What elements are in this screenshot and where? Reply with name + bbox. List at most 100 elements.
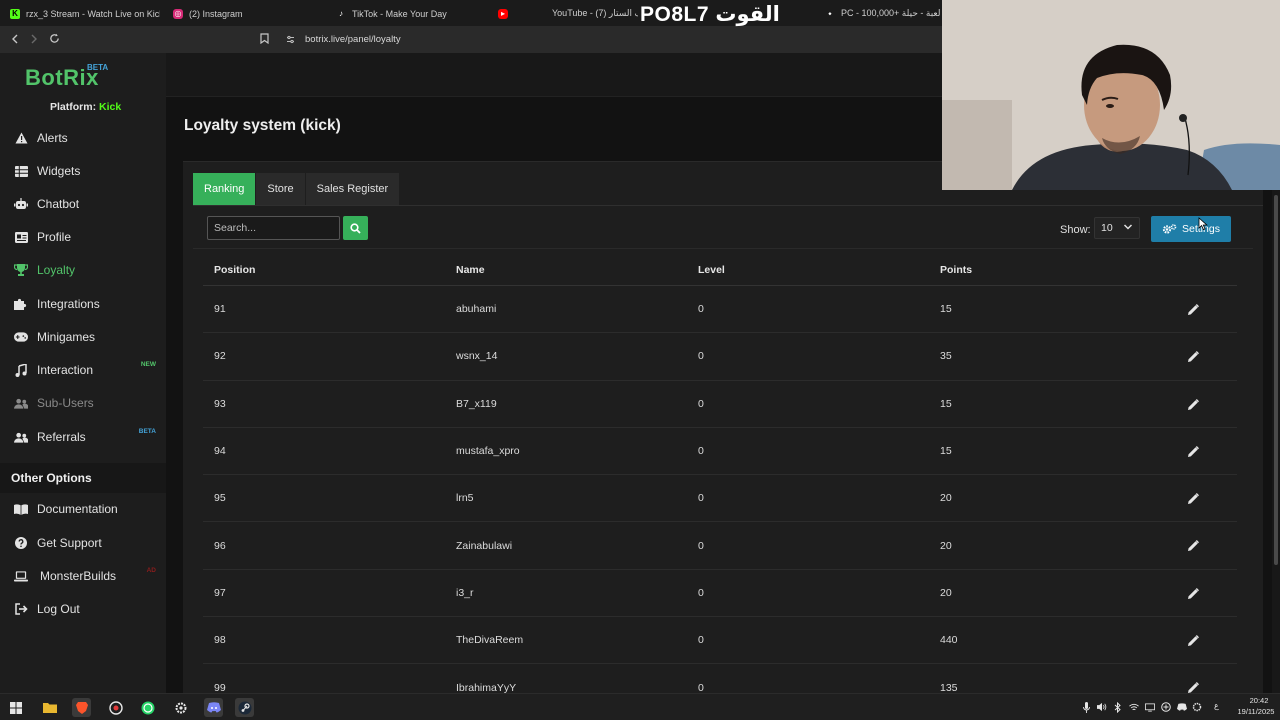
browser-tab-instagram[interactable]: ◎ (2) Instagram (173, 0, 323, 27)
windows-start-icon[interactable] (6, 698, 25, 717)
cell-level: 0 (698, 350, 704, 363)
sidebar-item-profile[interactable]: Profile (0, 222, 166, 252)
sidebar-item-monsterbuilds[interactable]: MonsterBuilds AD (0, 561, 166, 591)
discord-tray-icon[interactable] (1177, 701, 1187, 713)
table-header: Position Name Level Points (203, 254, 1237, 286)
header-level[interactable]: Level (687, 264, 929, 276)
edit-pencil-icon[interactable] (1187, 635, 1199, 647)
page-scrollbar-thumb[interactable] (1274, 195, 1278, 565)
site-info-icon[interactable] (286, 35, 295, 46)
trophy-icon (14, 263, 28, 277)
browser-tab-youtube[interactable]: ▸ YouTube - خلف الستار (7) (498, 0, 638, 27)
keyboard-language[interactable]: ع (1214, 701, 1219, 710)
cell-position: 96 (214, 539, 226, 552)
header-points[interactable]: Points (929, 264, 1171, 276)
cell-points: 20 (940, 492, 952, 505)
new-badge: NEW (140, 361, 156, 368)
sidebar-item-log-out[interactable]: Log Out (0, 594, 166, 624)
robot-icon (14, 197, 28, 211)
edit-pencil-icon[interactable] (1187, 587, 1199, 600)
edit-pencil-icon[interactable] (1187, 351, 1199, 363)
edit-pencil-icon[interactable] (1187, 304, 1199, 316)
loyalty-card: Ranking Store Sales Register Show: 10 Se… (183, 161, 1263, 712)
sidebar-item-integrations[interactable]: Integrations (0, 289, 166, 319)
sidebar-item-label: Log Out (37, 602, 80, 616)
header-position[interactable]: Position (203, 264, 445, 276)
cell-position: 94 (214, 445, 226, 458)
header-name[interactable]: Name (445, 264, 687, 276)
network-icon[interactable] (1129, 701, 1139, 713)
whatsapp-icon[interactable] (138, 698, 157, 717)
edit-pencil-icon[interactable] (1187, 398, 1199, 411)
discord-icon[interactable] (204, 698, 223, 717)
address-bar[interactable]: botrix.live/panel/loyalty (305, 34, 401, 45)
laptop-icon (14, 569, 28, 583)
app-tray-icon[interactable] (1161, 701, 1171, 713)
browser-tab-kick[interactable]: K rzx_3 Stream - Watch Live on Kick (10, 0, 160, 27)
cell-points: 35 (940, 350, 952, 363)
webcam-overlay (942, 0, 1280, 190)
forward-icon[interactable] (25, 31, 43, 49)
cell-position: 99 (214, 681, 226, 694)
page-size-select[interactable]: 10 (1094, 217, 1140, 239)
platform-label: Platform: (50, 101, 97, 113)
sidebar-item-alerts[interactable]: Alerts (0, 123, 166, 153)
sidebar-item-get-support[interactable]: Get Support (0, 528, 166, 558)
sidebar-item-loyalty[interactable]: Loyalty (0, 255, 166, 285)
youtube-icon: ▸ (498, 8, 508, 19)
cell-position: 95 (214, 492, 226, 505)
app-circle-icon[interactable] (106, 698, 125, 717)
sidebar-item-referrals[interactable]: Referrals BETA (0, 422, 166, 452)
bluetooth-icon[interactable] (1113, 701, 1123, 713)
table-row: 98 TheDivaReem 0 440 (203, 617, 1237, 665)
tab-store[interactable]: Store (256, 173, 306, 205)
sidebar-item-sub-users[interactable]: Sub-Users (0, 388, 166, 418)
sidebar-item-label: Documentation (37, 502, 118, 516)
sidebar-item-chatbot[interactable]: Chatbot (0, 189, 166, 219)
steelseries-icon[interactable] (171, 698, 190, 717)
edit-pencil-icon[interactable] (1187, 445, 1199, 458)
steam-icon[interactable] (235, 698, 254, 717)
edit-pencil-icon[interactable] (1187, 493, 1199, 505)
sidebar-item-label: MonsterBuilds (40, 569, 117, 583)
ranking-table: Position Name Level Points 91 abuhami 0 15 9… (203, 254, 1237, 712)
tiktok-icon: ♪ (339, 8, 343, 18)
sidebar-item-minigames[interactable]: Minigames (0, 322, 166, 352)
search-button[interactable] (343, 216, 368, 240)
sidebar-item-documentation[interactable]: Documentation (0, 494, 166, 524)
edit-pencil-icon[interactable] (1187, 540, 1199, 552)
browser-tab-tiktok[interactable]: ♪ TikTok - Make Your Day (336, 0, 486, 27)
sidebar-item-widgets[interactable]: Widgets (0, 156, 166, 186)
tab-sales-register[interactable]: Sales Register (305, 173, 401, 205)
toolbar-divider (193, 248, 1253, 249)
table-row: 91 abuhami 0 15 (203, 286, 1237, 334)
reload-icon[interactable] (45, 31, 63, 49)
sidebar-item-label: Integrations (37, 297, 100, 311)
tab-ranking[interactable]: Ranking (193, 173, 257, 205)
search-input[interactable] (207, 216, 340, 240)
clock-date[interactable]: 19/11/2025 (1234, 707, 1278, 716)
cell-points: 20 (940, 539, 952, 552)
music-note-icon (14, 363, 28, 377)
cell-name: mustafa_xpro (456, 445, 520, 458)
steelseries-tray-icon[interactable] (1192, 701, 1202, 713)
instagram-icon: ◎ (173, 8, 183, 19)
tab-title: PC - 100,000+ لعبة - حيلة (841, 8, 940, 18)
grid-icon (14, 164, 28, 178)
sidebar-item-interaction[interactable]: Interaction NEW (0, 355, 166, 385)
sidebar-item-label: Loyalty (37, 263, 76, 277)
volume-icon[interactable] (1097, 701, 1107, 713)
back-icon[interactable] (6, 31, 24, 49)
bookmark-icon[interactable] (255, 31, 273, 49)
table-row: 95 lrn5 0 20 (203, 475, 1237, 523)
puzzle-icon (14, 297, 28, 311)
microphone-icon[interactable] (1081, 701, 1091, 713)
display-icon[interactable] (1145, 701, 1155, 713)
clock-time[interactable]: 20:42 (1241, 696, 1277, 705)
file-explorer-icon[interactable] (40, 698, 59, 717)
browser-tab-games[interactable]: ⬩ PC - 100,000+ لعبة - حيلة (825, 0, 940, 27)
show-label: Show: (1060, 224, 1091, 236)
cell-level: 0 (698, 397, 704, 410)
settings-button[interactable]: Settings (1151, 216, 1231, 242)
brave-browser-icon[interactable] (72, 698, 91, 717)
